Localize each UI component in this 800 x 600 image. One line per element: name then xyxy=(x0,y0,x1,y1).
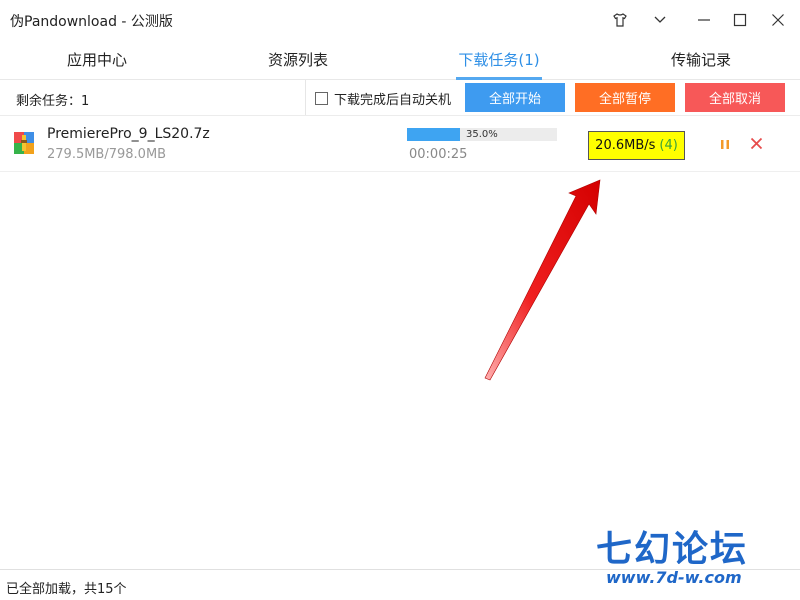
task-toolbar: 剩余任务：1 下载完成后自动关机 全部开始 全部暂停 全部取消 xyxy=(0,80,800,116)
title-bar: 伪Pandownload - 公测版 xyxy=(0,0,800,40)
auto-shutdown-option[interactable]: 下载完成后自动关机 xyxy=(315,89,451,108)
maximize-icon[interactable] xyxy=(728,8,752,32)
minimize-icon[interactable] xyxy=(692,8,716,32)
remaining-tasks-label: 剩余任务：1 xyxy=(16,94,90,109)
thread-count: (4) xyxy=(659,138,678,153)
tab-download-tasks[interactable]: 下载任务(1) xyxy=(449,42,549,80)
task-size: 279.5MB/798.0MB xyxy=(47,147,167,162)
cancel-task-icon[interactable] xyxy=(747,134,765,152)
pause-task-icon[interactable] xyxy=(716,135,734,153)
toolbar-divider xyxy=(305,80,306,115)
tab-bar: 应用中心 资源列表 下载任务(1) 传输记录 xyxy=(0,42,800,80)
download-speed: 20.6MB/s xyxy=(595,138,656,153)
site-watermark: 七幻论坛 www.7d-w.com xyxy=(590,520,790,592)
tab-transfer-records[interactable]: 传输记录 xyxy=(651,42,751,80)
progress-percent: 35.0% xyxy=(466,129,498,140)
auto-shutdown-checkbox[interactable] xyxy=(315,92,328,105)
watermark-title: 七幻论坛 xyxy=(596,529,749,570)
archive-file-icon xyxy=(14,132,34,154)
chevron-down-icon[interactable] xyxy=(648,8,672,32)
auto-shutdown-label: 下载完成后自动关机 xyxy=(334,93,452,108)
tab-resource-list[interactable]: 资源列表 xyxy=(248,42,348,80)
elapsed-time: 00:00:25 xyxy=(409,147,468,162)
pause-all-button[interactable]: 全部暂停 xyxy=(575,83,675,112)
window-title: 伪Pandownload - 公测版 xyxy=(10,14,173,30)
task-filename: PremierePro_9_LS20.7z xyxy=(47,126,210,142)
download-speed-badge: 20.6MB/s (4) xyxy=(588,131,685,160)
close-icon[interactable] xyxy=(766,8,790,32)
start-all-button[interactable]: 全部开始 xyxy=(465,83,565,112)
status-text: 已全部加载，共15个 xyxy=(6,582,127,597)
tab-app-center[interactable]: 应用中心 xyxy=(47,42,147,80)
watermark-url: www.7d-w.com xyxy=(606,568,742,587)
progress-bar-fill xyxy=(407,128,460,141)
cancel-all-button[interactable]: 全部取消 xyxy=(685,83,785,112)
shirt-icon[interactable] xyxy=(608,8,632,32)
